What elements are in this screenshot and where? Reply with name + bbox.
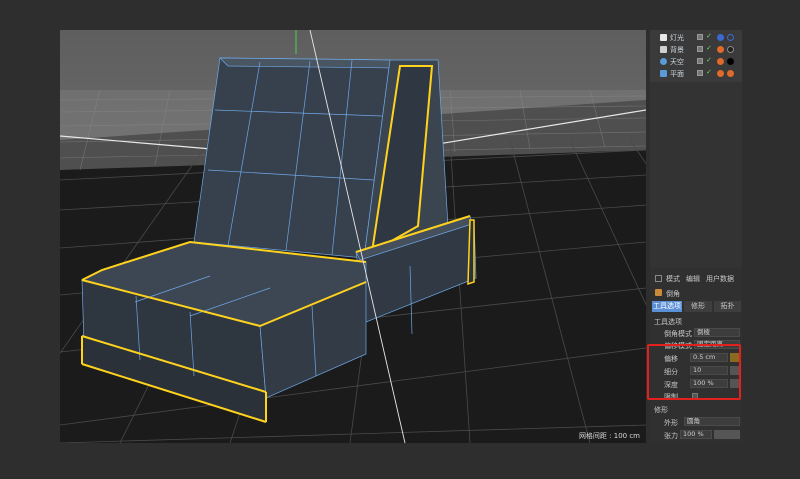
- layer-flag-icon[interactable]: [697, 46, 703, 52]
- tag-icon[interactable]: [717, 34, 724, 41]
- layer-flag-icon[interactable]: [697, 58, 703, 64]
- object-name: 灯光: [670, 34, 684, 42]
- visible-check-icon[interactable]: ✓: [706, 44, 712, 52]
- material-tag-icon[interactable]: [727, 46, 734, 53]
- plane-icon: [660, 70, 667, 77]
- visible-check-icon[interactable]: ✓: [706, 68, 712, 76]
- tag-icon[interactable]: [717, 46, 724, 53]
- object-name: 背景: [670, 46, 684, 54]
- tab-shaping[interactable]: 修形: [684, 301, 712, 312]
- bevel-mode-label: 倒角模式: [664, 330, 692, 338]
- material-tag-icon[interactable]: [727, 58, 734, 65]
- light-icon: [660, 34, 667, 41]
- section-tool-options: 工具选项: [654, 318, 682, 326]
- shape-label: 外形: [664, 419, 678, 427]
- bevel-tool-icon: [655, 289, 662, 296]
- object-title: 倒角: [666, 290, 680, 298]
- 3d-viewport[interactable]: 网格间距 : 100 cm: [60, 30, 646, 443]
- object-row-plane[interactable]: 平面 ✓: [650, 68, 742, 79]
- object-name: 平面: [670, 70, 684, 78]
- object-row-background[interactable]: 背景 ✓: [650, 44, 742, 55]
- tag-icon[interactable]: [717, 70, 724, 77]
- object-name: 天空: [670, 58, 684, 66]
- visible-check-icon[interactable]: ✓: [706, 56, 712, 64]
- grip-icon: [655, 275, 662, 282]
- section-shaping: 修形: [654, 406, 668, 414]
- shape-select[interactable]: 圆角: [684, 417, 740, 426]
- bevel-mode-select[interactable]: 倒棱: [694, 328, 740, 337]
- tab-tool-options[interactable]: 工具选项: [652, 301, 682, 312]
- grid-spacing-label: 网格间距 : 100 cm: [578, 432, 640, 440]
- sky-icon: [660, 58, 667, 65]
- layer-flag-icon[interactable]: [697, 34, 703, 40]
- background-icon: [660, 46, 667, 53]
- viewport-scene: [60, 30, 646, 443]
- visible-check-icon[interactable]: ✓: [706, 32, 712, 40]
- tag-icon[interactable]: [717, 58, 724, 65]
- menu-edit[interactable]: 编辑: [686, 274, 700, 284]
- object-row-sky[interactable]: 天空 ✓: [650, 56, 742, 67]
- menu-mode[interactable]: 模式: [666, 274, 680, 284]
- object-manager: 灯光 ✓ 背景 ✓ 天空 ✓ 平面 ✓: [650, 30, 742, 82]
- object-row-light[interactable]: 灯光 ✓: [650, 32, 742, 43]
- tension-slider[interactable]: [714, 430, 740, 439]
- tension-label: 张力: [664, 432, 678, 440]
- tag-icon[interactable]: [727, 70, 734, 77]
- menu-user-data[interactable]: 用户数据: [706, 274, 734, 284]
- tab-topology[interactable]: 拓扑: [714, 301, 741, 312]
- layer-flag-icon[interactable]: [697, 70, 703, 76]
- annotation-highlight-box: [647, 344, 741, 400]
- target-tag-icon[interactable]: [727, 34, 734, 41]
- tension-input[interactable]: 100 %: [680, 430, 712, 439]
